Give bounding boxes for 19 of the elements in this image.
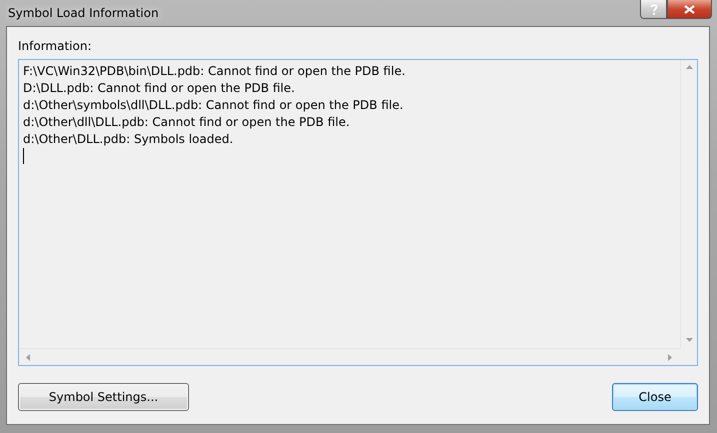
information-label: Information: — [18, 39, 93, 53]
log-line: D:\DLL.pdb: Cannot find or open the PDB file. — [23, 80, 296, 97]
log-text-area[interactable] — [18, 59, 698, 366]
symbol-settings-button[interactable]: Symbol Settings... — [18, 383, 189, 411]
scroll-up-arrow-icon[interactable] — [686, 64, 692, 71]
log-line: d:\Other\DLL.pdb: Symbols loaded. — [23, 131, 234, 148]
close-icon — [684, 4, 695, 14]
question-mark-icon — [650, 4, 658, 14]
window-title: Symbol Load Information — [8, 6, 159, 20]
scroll-right-arrow-icon[interactable] — [667, 354, 674, 360]
text-cursor — [23, 148, 24, 164]
log-line: d:\Other\symbols\dll\DLL.pdb: Cannot find or open the PDB file. — [23, 97, 404, 114]
help-button[interactable] — [640, 0, 667, 19]
close-dialog-button[interactable]: Close — [612, 383, 698, 411]
close-button[interactable] — [667, 0, 712, 19]
log-line: d:\Other\dll\DLL.pdb: Cannot find or open the PDB file. — [23, 114, 351, 131]
log-line: F:\VC\Win32\PDB\bin\DLL.pdb: Cannot find or open the PDB file. — [23, 63, 406, 80]
scroll-left-arrow-icon[interactable] — [25, 354, 32, 360]
scroll-down-arrow-icon[interactable] — [686, 337, 692, 344]
